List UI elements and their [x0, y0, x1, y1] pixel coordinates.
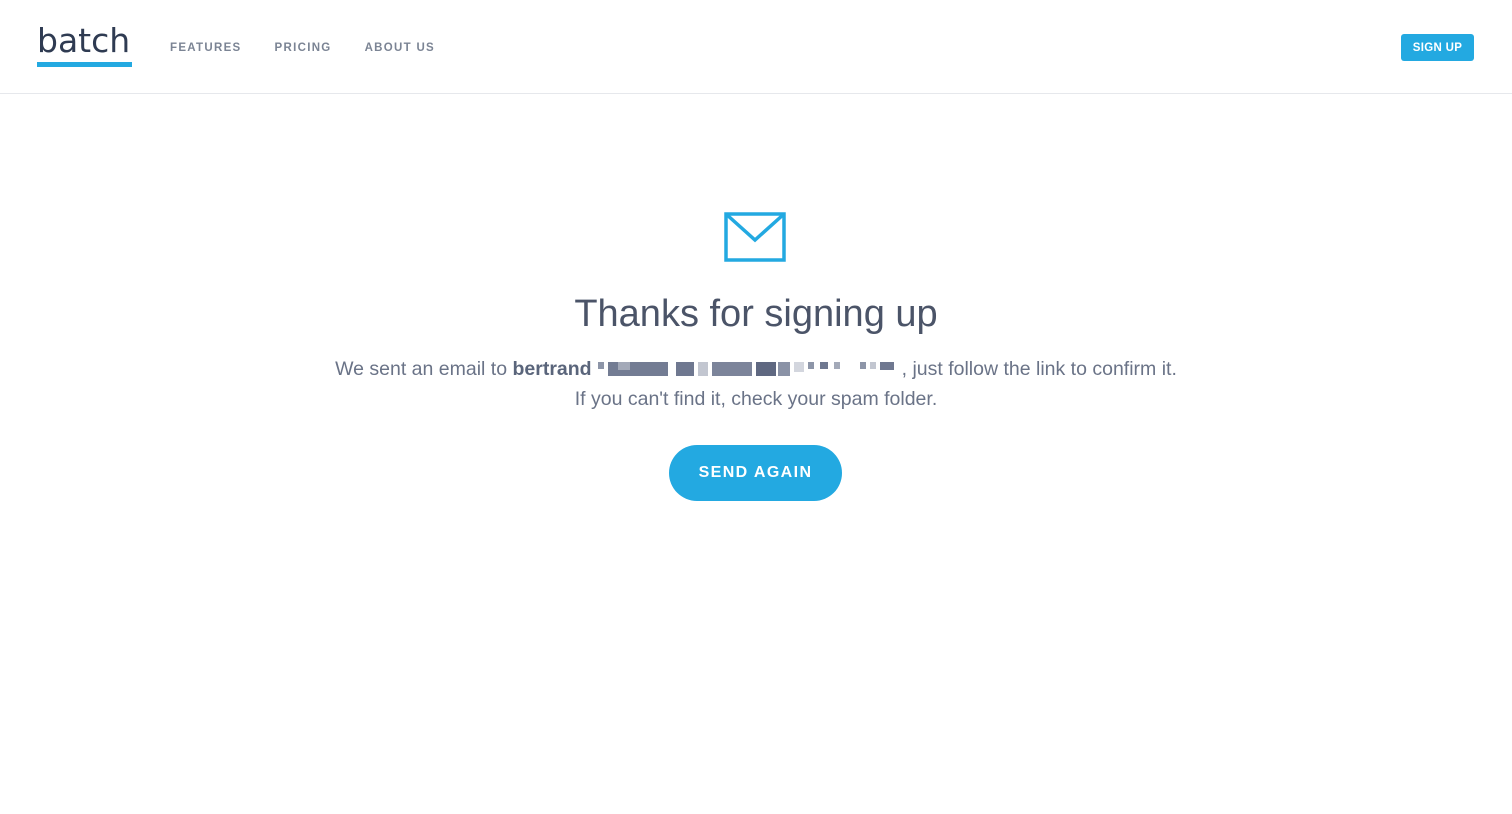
- nav-link-features[interactable]: FEATURES: [170, 41, 242, 55]
- confirmation-message: We sent an email to bertrand , just follo…: [0, 354, 1512, 414]
- site-header: batch FEATURES PRICING ABOUT US SIGN UP: [0, 0, 1512, 94]
- batch-logo[interactable]: batch: [37, 22, 132, 67]
- message-prefix: We sent an email to: [335, 358, 513, 380]
- main-nav: FEATURES PRICING ABOUT US: [170, 41, 468, 55]
- sign-up-button[interactable]: SIGN UP: [1401, 34, 1474, 61]
- nav-link-about-us[interactable]: ABOUT US: [365, 41, 435, 55]
- nav-link-pricing[interactable]: PRICING: [275, 41, 332, 55]
- email-visible-part: bertrand: [512, 358, 592, 380]
- mail-icon: [724, 212, 786, 262]
- message-suffix: , just follow the link to confirm it.: [901, 358, 1177, 380]
- message-line-1: We sent an email to bertrand , just follo…: [0, 354, 1512, 384]
- logo-text: batch: [37, 21, 131, 60]
- email-address: bertrand: [513, 358, 902, 380]
- redacted-email-pixelation: [597, 361, 900, 376]
- logo-underline: [37, 62, 132, 67]
- message-line-2: If you can't find it, check your spam fo…: [574, 388, 938, 410]
- page-title: Thanks for signing up: [574, 293, 938, 335]
- send-again-button[interactable]: SEND AGAIN: [669, 445, 842, 501]
